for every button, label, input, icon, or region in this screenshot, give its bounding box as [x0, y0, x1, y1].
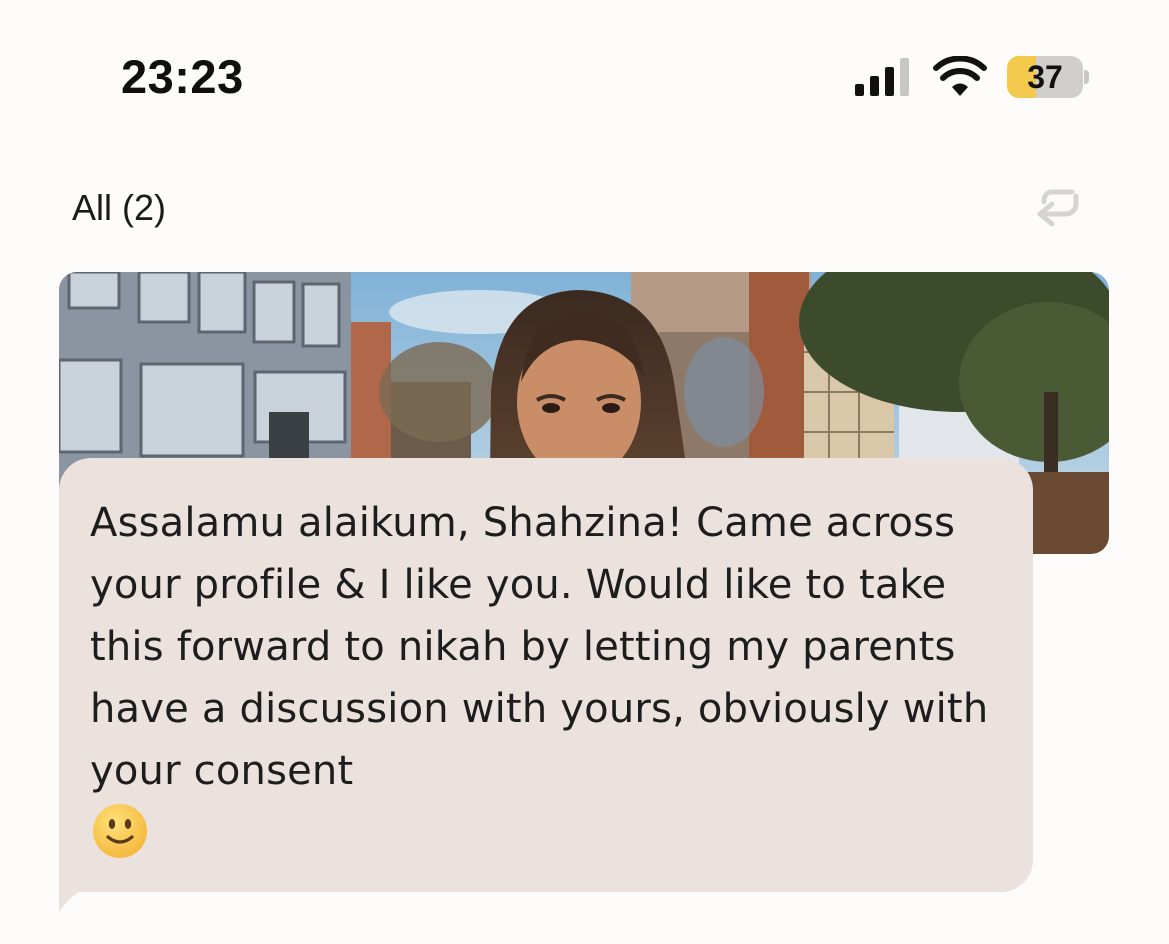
battery-level: 37	[1027, 59, 1063, 95]
battery-tip	[1084, 70, 1089, 84]
slightly-smiling-face-emoji-icon	[93, 804, 147, 858]
status-time: 23:23	[121, 50, 244, 103]
battery-icon: 37	[1007, 56, 1083, 98]
message-text: Assalamu alaikum, Shahzina! Came across …	[90, 500, 989, 794]
undo-reply-arrow-icon[interactable]	[1032, 186, 1084, 232]
message-bubble-tail	[59, 880, 109, 912]
message-screen: 23:23 37 All (2) Assalamu alaikum, Shahz…	[0, 0, 1169, 944]
cellular-signal-icon	[855, 58, 909, 96]
wifi-icon	[933, 56, 987, 96]
filter-all-label[interactable]: All (2)	[72, 186, 166, 230]
